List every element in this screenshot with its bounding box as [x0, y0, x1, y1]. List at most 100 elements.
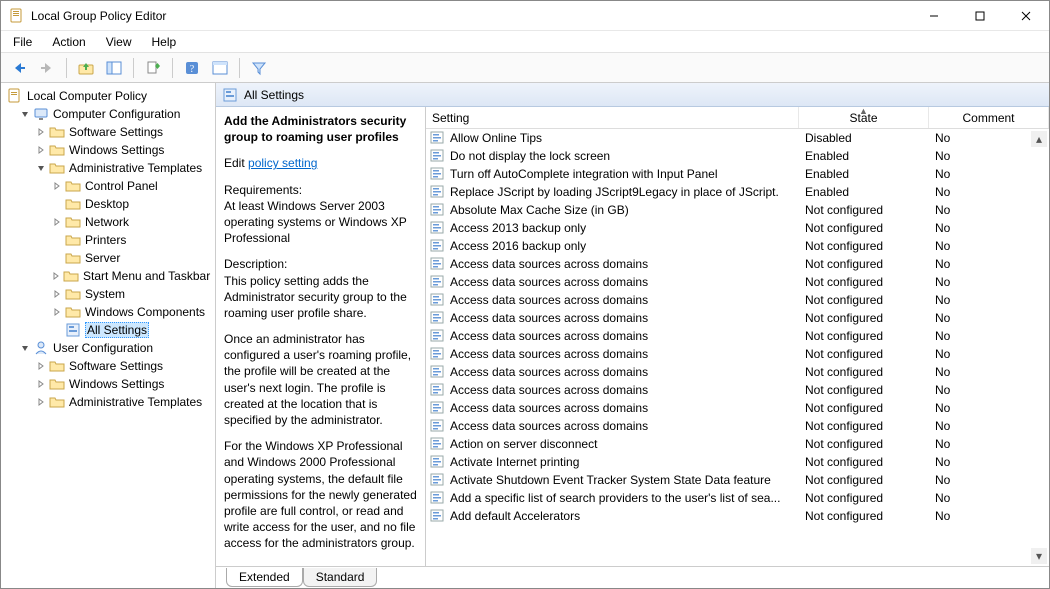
expand-icon[interactable] — [51, 270, 61, 282]
minimize-button[interactable] — [911, 1, 957, 31]
expand-icon[interactable] — [51, 288, 63, 300]
menu-action[interactable]: Action — [44, 33, 93, 51]
help-button[interactable]: ? — [180, 56, 204, 80]
list-item[interactable]: Replace JScript by loading JScript9Legac… — [426, 183, 1049, 201]
tree-uc-software[interactable]: Software Settings — [1, 357, 215, 375]
expand-icon[interactable] — [35, 126, 47, 138]
policy-item-icon — [430, 491, 446, 505]
list-item[interactable]: Access data sources across domainsNot co… — [426, 273, 1049, 291]
window-title: Local Group Policy Editor — [31, 9, 166, 23]
policy-item-icon — [430, 185, 446, 199]
tree-all-settings[interactable]: All Settings — [1, 321, 215, 339]
show-hide-tree-button[interactable] — [102, 56, 126, 80]
menu-view[interactable]: View — [98, 33, 140, 51]
setting-state: Not configured — [799, 239, 929, 253]
tree-win-components[interactable]: Windows Components — [1, 303, 215, 321]
setting-comment: No — [929, 293, 1049, 307]
list-item[interactable]: Access data sources across domainsNot co… — [426, 327, 1049, 345]
setting-state: Not configured — [799, 473, 929, 487]
expand-icon[interactable] — [35, 360, 47, 372]
collapse-icon[interactable] — [19, 108, 31, 120]
setting-name: Turn off AutoComplete integration with I… — [450, 167, 718, 181]
list-item[interactable]: Access data sources across domainsNot co… — [426, 345, 1049, 363]
tree-pane[interactable]: Local Computer Policy Computer Configura… — [1, 83, 216, 588]
setting-comment: No — [929, 329, 1049, 343]
list-item[interactable]: Access data sources across domainsNot co… — [426, 417, 1049, 435]
col-setting[interactable]: Setting — [426, 107, 799, 128]
filter-button[interactable] — [247, 56, 271, 80]
list-body[interactable]: ▴ ▾ Allow Online TipsDisabledNoDo not di… — [426, 129, 1049, 566]
list-item[interactable]: Action on server disconnectNot configure… — [426, 435, 1049, 453]
expand-icon[interactable] — [35, 144, 47, 156]
expand-icon[interactable] — [35, 378, 47, 390]
list-item[interactable]: Access 2013 backup onlyNot configuredNo — [426, 219, 1049, 237]
menu-help[interactable]: Help — [144, 33, 185, 51]
setting-comment: No — [929, 347, 1049, 361]
tree-cc-software[interactable]: Software Settings — [1, 123, 215, 141]
list-item[interactable]: Activate Internet printingNot configured… — [426, 453, 1049, 471]
tree-computer-config[interactable]: Computer Configuration — [1, 105, 215, 123]
list-item[interactable]: Access data sources across domainsNot co… — [426, 363, 1049, 381]
tree-system[interactable]: System — [1, 285, 215, 303]
list-item[interactable]: Access data sources across domainsNot co… — [426, 255, 1049, 273]
tree-cc-admin[interactable]: Administrative Templates — [1, 159, 215, 177]
tree-cc-windows[interactable]: Windows Settings — [1, 141, 215, 159]
list-item[interactable]: Add default AcceleratorsNot configuredNo — [426, 507, 1049, 525]
folder-icon — [65, 286, 81, 302]
back-button[interactable] — [7, 56, 31, 80]
settings-icon — [65, 322, 81, 338]
list-item[interactable]: Access data sources across domainsNot co… — [426, 309, 1049, 327]
forward-button[interactable] — [35, 56, 59, 80]
tabs: Extended Standard — [216, 566, 1049, 588]
app-icon — [9, 8, 25, 24]
setting-comment: No — [929, 149, 1049, 163]
tree-control-panel[interactable]: Control Panel — [1, 177, 215, 195]
setting-name: Add a specific list of search providers … — [450, 491, 780, 505]
tree-desktop[interactable]: Desktop — [1, 195, 215, 213]
up-folder-button[interactable] — [74, 56, 98, 80]
sort-asc-icon: ▲ — [859, 107, 868, 116]
list-item[interactable]: Do not display the lock screenEnabledNo — [426, 147, 1049, 165]
scroll-up-icon[interactable]: ▴ — [1031, 131, 1047, 147]
col-comment[interactable]: Comment — [929, 107, 1049, 128]
setting-name: Access data sources across domains — [450, 293, 648, 307]
expand-icon[interactable] — [51, 306, 63, 318]
list-item[interactable]: Absolute Max Cache Size (in GB)Not confi… — [426, 201, 1049, 219]
collapse-icon[interactable] — [19, 342, 31, 354]
tree-printers[interactable]: Printers — [1, 231, 215, 249]
close-button[interactable] — [1003, 1, 1049, 31]
setting-state: Not configured — [799, 293, 929, 307]
setting-comment: No — [929, 275, 1049, 289]
tree-server[interactable]: Server — [1, 249, 215, 267]
list-item[interactable]: Access data sources across domainsNot co… — [426, 399, 1049, 417]
setting-state: Not configured — [799, 455, 929, 469]
list-item[interactable]: Activate Shutdown Event Tracker System S… — [426, 471, 1049, 489]
expand-icon[interactable] — [51, 180, 63, 192]
menu-file[interactable]: File — [5, 33, 40, 51]
list-item[interactable]: Turn off AutoComplete integration with I… — [426, 165, 1049, 183]
col-state[interactable]: ▲State — [799, 107, 929, 128]
tree-start-menu[interactable]: Start Menu and Taskbar — [1, 267, 215, 285]
list-item[interactable]: Add a specific list of search providers … — [426, 489, 1049, 507]
tab-extended[interactable]: Extended — [226, 568, 303, 587]
tree-network[interactable]: Network — [1, 213, 215, 231]
tree-uc-admin[interactable]: Administrative Templates — [1, 393, 215, 411]
expand-icon[interactable] — [35, 396, 47, 408]
tree-uc-windows[interactable]: Windows Settings — [1, 375, 215, 393]
list-item[interactable]: Access data sources across domains Not co… — [426, 291, 1049, 309]
list-item[interactable]: Allow Online TipsDisabledNo — [426, 129, 1049, 147]
policy-setting-link[interactable]: policy setting — [248, 156, 317, 170]
policy-item-icon — [430, 257, 446, 271]
scroll-down-icon[interactable]: ▾ — [1031, 548, 1047, 564]
collapse-icon[interactable] — [35, 162, 47, 174]
list-item[interactable]: Access data sources across domainsNot co… — [426, 381, 1049, 399]
desc-p1: This policy setting adds the Administrat… — [224, 274, 407, 320]
properties-button[interactable] — [208, 56, 232, 80]
tab-standard[interactable]: Standard — [303, 568, 378, 587]
list-item[interactable]: Access 2016 backup onlyNot configuredNo — [426, 237, 1049, 255]
expand-icon[interactable] — [51, 216, 63, 228]
export-button[interactable] — [141, 56, 165, 80]
tree-user-config[interactable]: User Configuration — [1, 339, 215, 357]
maximize-button[interactable] — [957, 1, 1003, 31]
tree-root[interactable]: Local Computer Policy — [1, 87, 215, 105]
